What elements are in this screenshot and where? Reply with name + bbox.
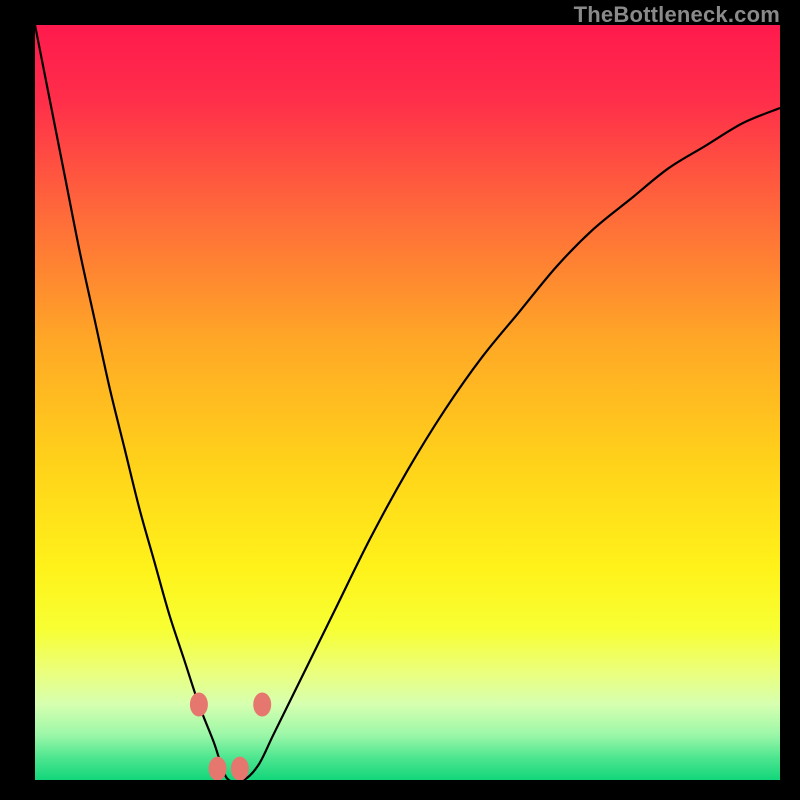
curve-marker	[209, 757, 227, 780]
gradient-background	[35, 25, 780, 780]
curve-marker	[190, 693, 208, 717]
plot-area	[35, 25, 780, 780]
curve-marker	[231, 757, 249, 780]
curve-marker	[253, 693, 271, 717]
chart-frame: TheBottleneck.com	[0, 0, 800, 800]
chart-svg	[35, 25, 780, 780]
